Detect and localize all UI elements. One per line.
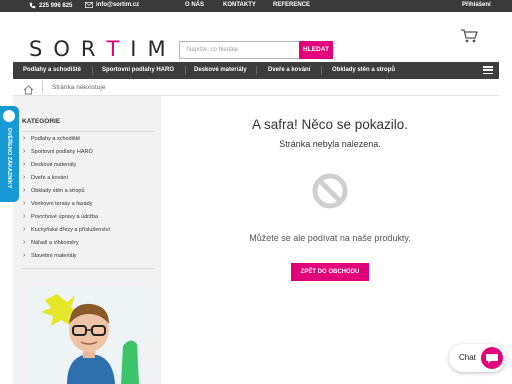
error-hint: Můžete se ale podívat na naše produkty.	[249, 233, 411, 243]
sortim-logo[interactable]: SOR T IM	[29, 37, 177, 61]
nav-item-boards[interactable]: Deskové materiály	[194, 62, 247, 79]
chat-bubble-icon	[481, 347, 503, 369]
cart-icon[interactable]	[460, 28, 478, 48]
breadcrumb: Stránka neexistuje	[13, 79, 499, 96]
search-input[interactable]: Napište, co hledáte	[179, 41, 299, 59]
breadcrumb-current: Stránka neexistuje	[52, 84, 106, 91]
back-to-shop-button[interactable]: ZPĚT DO OBCHODU	[291, 263, 369, 281]
category-item[interactable]: › Podlahy a schodiště	[22, 132, 154, 145]
top-bar: 225 996 825 info@sortim.cz O NÁS KONTAKT…	[0, 0, 512, 12]
main-content: A safra! Něco se pokazilo. Stránka nebyl…	[161, 96, 499, 384]
phone-icon	[29, 2, 36, 9]
top-link-contacts[interactable]: KONTAKTY	[223, 2, 256, 8]
nav-item-floors[interactable]: Podlahy a schodiště	[23, 62, 81, 79]
verified-customers-label: OVĚŘENO ZÁKAZNÍKY	[6, 127, 12, 189]
chat-label: Chat	[459, 353, 476, 362]
nav-divider	[321, 66, 322, 75]
no-entry-icon	[312, 173, 348, 214]
category-list: › Podlahy a schodiště › Sportovní podlahy …	[22, 131, 154, 262]
category-item[interactable]: › Deskové materiály	[22, 158, 154, 171]
main-nav: Podlahy a schodiště Sportovní podlahy HA…	[13, 62, 499, 79]
top-link-about[interactable]: O NÁS	[185, 2, 204, 8]
category-item[interactable]: › Obklady stěn a stropů	[22, 184, 154, 197]
nav-item-cladding[interactable]: Obklady stěn a stropů	[332, 62, 395, 79]
category-item[interactable]: › Povrchové úpravy a údržba	[22, 210, 154, 223]
breadcrumb-divider	[42, 81, 43, 93]
phone-contact[interactable]: 225 996 825	[29, 2, 72, 9]
category-title: KATEGORIE	[22, 118, 61, 125]
sidebar-divider	[22, 268, 154, 269]
top-link-references[interactable]: REFERENCE	[273, 2, 310, 8]
nav-divider	[185, 66, 186, 75]
category-sidebar: KATEGORIE › Podlahy a schodiště › Sportovn…	[13, 96, 161, 384]
search-button[interactable]: HLEDAT	[299, 41, 333, 59]
category-item[interactable]: › Kuchyňské dřezy a příslušenství	[22, 223, 154, 236]
category-item[interactable]: › Venkovní terasy a fasády	[22, 197, 154, 210]
nav-item-doors[interactable]: Dveře a kování	[268, 62, 310, 79]
category-item[interactable]: › Sportovní podlahy HARO	[22, 145, 154, 158]
logo-text-start: SOR	[29, 37, 107, 61]
promo-banner-image[interactable]	[27, 286, 149, 384]
hamburger-icon[interactable]	[483, 66, 493, 74]
email-address: info@sortim.cz	[96, 2, 140, 8]
logo-text-end: IM	[130, 37, 177, 61]
category-item[interactable]: › Nářadí a vlhkoměry	[22, 236, 154, 249]
phone-number: 225 996 825	[39, 2, 73, 9]
category-item[interactable]: › Dveře a kování	[22, 171, 154, 184]
login-link[interactable]: Přihlášení	[462, 2, 491, 8]
chat-widget[interactable]: Chat	[449, 344, 506, 372]
nav-divider	[92, 66, 93, 75]
nav-divider	[256, 66, 257, 75]
category-item[interactable]: › Stavební materiály	[22, 249, 154, 262]
logo-text-accent: T	[106, 37, 131, 61]
error-title: A safra! Něco se pokazilo.	[251, 117, 409, 132]
email-icon	[85, 2, 93, 8]
email-contact[interactable]: info@sortim.cz	[85, 2, 139, 8]
nav-item-haro[interactable]: Sportovní podlahy HARO	[102, 62, 174, 79]
verified-customers-tab[interactable]: OVĚŘENO ZÁKAZNÍKY	[0, 106, 19, 202]
error-subtitle: Stránka nebyla nalezena.	[279, 139, 381, 149]
site-header: SOR T IM Napište, co hledáte HLEDAT	[0, 12, 512, 62]
